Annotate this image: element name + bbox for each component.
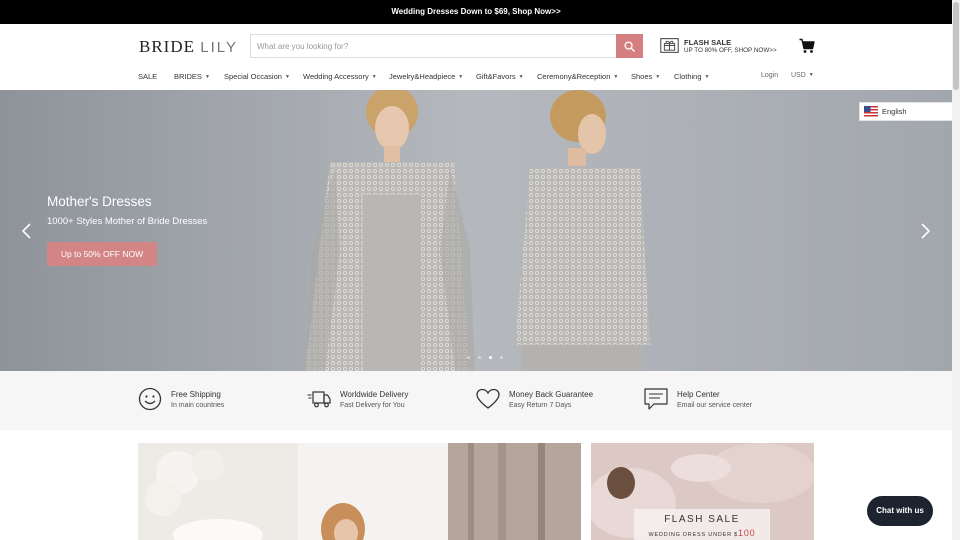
hero-title: Mother's Dresses [47,194,152,209]
chevron-down-icon: ▼ [458,74,464,81]
scrollbar-thumb[interactable] [953,2,959,90]
nav-item-special-occasion[interactable]: Special Occasion ▼ [224,72,290,81]
feature-free-shipping: Free Shipping In main countries [138,387,308,415]
nav-item-label: Gift&Favors [476,72,516,81]
feature-subtitle: Fast Delivery for You [340,402,405,409]
flash-sale-title: FLASH SALE [684,38,732,47]
login-link[interactable]: Login [761,72,778,79]
nav-item-wedding-accessory[interactable]: Wedding Accessory ▼ [303,72,377,81]
carousel-dot[interactable] [500,356,503,359]
nav-item-label: BRIDES [174,72,202,81]
flash-sale-banner-price: 100 [738,528,756,538]
feature-title: Help Center [677,390,720,399]
nav-item-label: SALE [138,72,158,81]
feature-title: Worldwide Delivery [340,390,409,399]
chevron-down-icon: ▼ [704,74,710,81]
logo-main: BRIDE [139,37,195,56]
chevron-down-icon: ▼ [371,74,377,81]
chevron-down-icon: ▼ [655,74,661,81]
logo-accent: LILY [200,39,238,56]
flash-sale-subtitle: UP TO 80% OFF, SHOP NOW>> [684,47,777,54]
feature-subtitle: Email our service center [677,402,753,409]
chat-button[interactable]: Chat with us [867,496,933,526]
search-input[interactable] [251,35,617,57]
nav-item-label: Wedding Accessory [303,72,369,81]
feature-subtitle: In main countries [171,402,225,409]
hero-cta-button[interactable]: Up to 50% OFF NOW [47,242,157,266]
flash-sale-banner-subtitle: WEDDING DRESS UNDER $100 [634,528,770,538]
flash-sale-banner-title: FLASH SALE [664,514,740,525]
nav-item-clothing[interactable]: Clothing ▼ [674,72,709,81]
nav-item-jewelry-headpiece[interactable]: Jewelry&Headpiece ▼ [389,72,463,81]
chevron-down-icon: ▼ [808,72,814,79]
nav-item-sale[interactable]: SALE [138,72,157,81]
language-label: English [882,107,907,116]
feature-worldwide-delivery: Worldwide Delivery Fast Delivery for You [307,387,477,415]
nav-item-brides[interactable]: BRIDES ▼ [174,72,210,81]
nav-item-label: Clothing [674,72,702,81]
chevron-right-icon[interactable] [918,222,932,240]
feature-subtitle: Easy Return 7 Days [509,402,572,409]
currency-label: USD [791,72,806,79]
flash-sale-promo[interactable]: FLASH SALE UP TO 80% OFF, SHOP NOW>> [660,37,790,57]
hero-image [0,90,952,371]
nav-item-gift-favors[interactable]: Gift&Favors ▼ [476,72,524,81]
page: Wedding Dresses Down to $69, Shop Now>> … [0,0,960,540]
search-button[interactable] [616,34,643,58]
nav-item-label: Jewelry&Headpiece [389,72,456,81]
chevron-down-icon: ▼ [613,74,619,81]
feature-title: Money Back Guarantee [509,390,594,399]
heart-icon [476,388,500,409]
nav-item-shoes[interactable]: Shoes ▼ [631,72,660,81]
currency-selector[interactable]: USD ▼ [791,72,814,79]
chevron-left-icon[interactable] [20,222,34,240]
us-flag-icon [864,106,878,117]
announcement-text[interactable]: Wedding Dresses Down to $69, Shop Now>> [391,7,560,16]
nav-item-ceremony-reception[interactable]: Ceremony&Reception ▼ [537,72,618,81]
main-nav: SALE BRIDES ▼ Special Occasion ▼ Wedding A… [0,66,952,90]
hero-subtitle: 1000+ Styles Mother of Bride Dresses [47,216,208,227]
header: BRIDE LILY FLASH SALE UP TO 80% OFF, SHO [0,24,952,66]
flash-sale-banner[interactable]: FLASH SALE WEDDING DRESS UNDER $100 [591,443,814,540]
carousel-dot[interactable] [467,356,470,359]
feature-title: Free Shipping [171,390,221,399]
smiley-icon [138,387,162,411]
flash-sale-label: FLASH SALE WEDDING DRESS UNDER $100 [634,509,770,540]
flash-sale-banner-sub-text: WEDDING DRESS UNDER $ [648,532,739,538]
carousel-dot[interactable] [489,356,492,359]
scrollbar[interactable] [952,0,960,540]
nav-item-label: Special Occasion [224,72,282,81]
bridal-banner[interactable] [138,443,581,540]
cart-icon[interactable] [799,38,815,54]
feature-help-center[interactable]: Help Center Email our service center [644,387,814,415]
features-bar: Free Shipping In main countries Worldwid… [0,371,952,430]
nav-item-label: Ceremony&Reception [537,72,611,81]
search-icon [624,40,635,52]
chat-bubble-icon [644,388,668,410]
feature-money-back: Money Back Guarantee Easy Return 7 Days [476,387,646,415]
announcement-bar[interactable]: Wedding Dresses Down to $69, Shop Now>> [0,0,952,24]
chevron-down-icon: ▼ [204,74,210,81]
search-bar [250,34,643,58]
language-selector[interactable]: English [859,102,952,121]
carousel-dot[interactable] [478,356,481,359]
bride-image [138,443,581,540]
logo[interactable]: BRIDE LILY [139,37,238,57]
hero-carousel[interactable]: Mother's Dresses 1000+ Styles Mother of … [0,90,952,371]
chevron-down-icon: ▼ [518,74,524,81]
nav-item-label: Shoes [631,72,653,81]
truck-icon [307,391,331,408]
gift-icon [660,38,679,53]
chevron-down-icon: ▼ [284,74,290,81]
